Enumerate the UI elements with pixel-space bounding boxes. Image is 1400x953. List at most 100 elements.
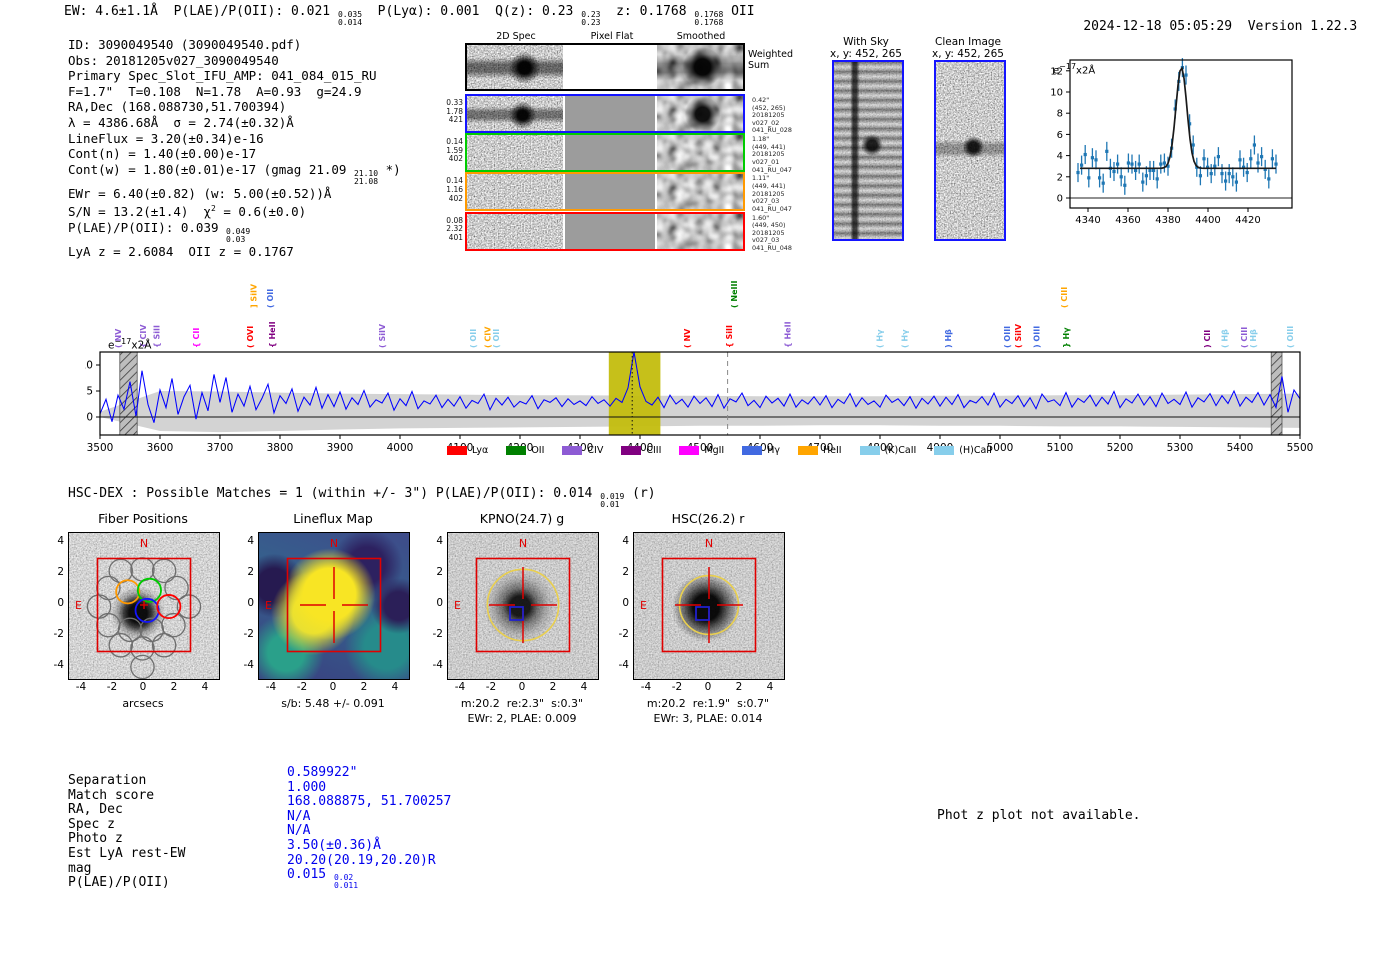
- line-label-OIII: ( OIII: [1003, 326, 1012, 348]
- legend-swatch: [860, 446, 880, 455]
- legend-item-CIII: CIII: [621, 445, 661, 456]
- y-tick-label: 0: [234, 597, 254, 609]
- cutout-row-right-labels: 1.60"(449, 450)20181205v027_03041_RU_048: [752, 215, 832, 253]
- legend-swatch: [742, 446, 762, 455]
- svg-text:10: 10: [85, 360, 93, 372]
- line-label-SiII: { SiII: [725, 325, 734, 348]
- line-label-HeII: { HeII: [268, 321, 277, 348]
- legend-swatch: [621, 446, 641, 455]
- match-row-label: Spec z: [68, 818, 185, 833]
- match-row-label: Separation: [68, 774, 185, 789]
- report-version: Version 1.22.3: [1248, 19, 1358, 34]
- svg-text:10: 10: [1050, 88, 1063, 99]
- y-tick-label: 4: [423, 535, 443, 547]
- inset-unit-label: e−17x2Å: [1053, 62, 1095, 76]
- svg-text:6: 6: [1057, 130, 1063, 141]
- match-row-label: Match score: [68, 789, 185, 804]
- y-tick-label: -4: [609, 659, 629, 671]
- svg-text:4380: 4380: [1155, 215, 1180, 226]
- full-spectrum-chart: 3500360037003800390040004100420043004400…: [85, 262, 1315, 462]
- match-row-value: N/A: [287, 810, 451, 825]
- x-tick-label: 0: [510, 681, 534, 693]
- svg-text:2: 2: [1057, 172, 1063, 183]
- detection-info-block: ID: 3090049540 (3090049540.pdf)Obs: 2018…: [68, 37, 401, 260]
- y-tick-label: 2: [234, 566, 254, 578]
- match-row-label: Photo z: [68, 832, 185, 847]
- fiber-positions-image: NE: [68, 532, 220, 680]
- x-tick-label: 0: [696, 681, 720, 693]
- summary-header: EW: 4.6±1.1Å P(LAE)/P(OII): 0.021 0.0350…: [64, 4, 755, 27]
- y-tick-label: -2: [234, 628, 254, 640]
- cutout-row-1: 0.141.594021.18"(449, 441)20181205v027_0…: [465, 133, 745, 172]
- match-row-value: 0.015 0.020.011: [287, 868, 451, 890]
- legend-item-(K)CaII: (K)CaII: [860, 445, 917, 456]
- match-row-label: mag: [68, 862, 185, 877]
- lineflux-map-title: Lineflux Map: [258, 511, 408, 526]
- svg-text:4420: 4420: [1235, 215, 1260, 226]
- match-row-value: 168.088875, 51.700257: [287, 795, 451, 810]
- y-tick-label: -4: [423, 659, 443, 671]
- match-row-label: RA, Dec: [68, 803, 185, 818]
- match-row-value: 1.000: [287, 781, 451, 796]
- info-line-9: EWr = 6.40(±0.82) (w: 5.00(±0.52))Å: [68, 186, 401, 202]
- svg-text:0: 0: [1057, 194, 1063, 205]
- legend-item-(H)CaII: (H)CaII: [934, 445, 992, 456]
- x-tick-label: -4: [634, 681, 658, 693]
- hsc-r-image: NE: [633, 532, 785, 680]
- col-header-pixelflat: Pixel Flat: [567, 31, 657, 42]
- y-tick-label: 0: [423, 597, 443, 609]
- info-line-12: LyA z = 2.6084 OII z = 0.1767: [68, 244, 401, 260]
- fiber-positions-title: Fiber Positions: [68, 511, 218, 526]
- line-label-Hγ: } Hγ: [1062, 327, 1071, 348]
- y-tick-label: -2: [44, 628, 64, 640]
- match-row-value: 0.589922": [287, 766, 451, 781]
- legend-swatch: [447, 446, 467, 455]
- spectrum-unit-label: e−17x2Å: [108, 337, 151, 352]
- hsc-caption-1: m:20.2 re:1.9" s:0.7": [613, 697, 803, 710]
- line-label-Hγ: ( Hγ: [901, 329, 910, 348]
- compass-north: N: [705, 537, 713, 550]
- x-tick-label: 2: [541, 681, 565, 693]
- info-line-5: λ = 4386.68Å σ = 2.74(±0.32)Å: [68, 115, 401, 131]
- cutout-row-3: 0.082.324011.60"(449, 450)20181205v027_0…: [465, 212, 745, 251]
- svg-text:3800: 3800: [267, 442, 294, 454]
- legend-swatch: [562, 446, 582, 455]
- hsc-caption-2: EWr: 3, PLAE: 0.014: [613, 712, 803, 725]
- svg-text:5100: 5100: [1047, 442, 1074, 454]
- line-label-OII: ( OII: [266, 289, 275, 308]
- y-tick-label: 0: [609, 597, 629, 609]
- compass-east: E: [640, 599, 647, 612]
- line-label-CII: { CII: [192, 328, 201, 348]
- x-tick-label: 2: [162, 681, 186, 693]
- cutout-row-left-labels: 0.141.59402: [441, 138, 463, 164]
- line-label-OVI: ( OVI: [246, 326, 255, 348]
- x-tick-label: 4: [383, 681, 407, 693]
- info-line-2: Primary Spec_Slot_IFU_AMP: 041_084_015_R…: [68, 68, 401, 84]
- cutout-row-right-labels: 1.11"(449, 441)20181205v027_03041_RU_047: [752, 175, 832, 213]
- match-row-value: 20.20(20.19,20.20)R: [287, 854, 451, 869]
- kpno-caption-2: EWr: 2, PLAE: 0.009: [427, 712, 617, 725]
- match-row-label: Est LyA rest-EW: [68, 847, 185, 862]
- hsc-r-title: HSC(26.2) r: [633, 511, 783, 526]
- svg-text:3600: 3600: [147, 442, 174, 454]
- compass-north: N: [330, 537, 338, 550]
- line-label-SiII: { SiII: [152, 325, 161, 348]
- x-tick-label: -4: [448, 681, 472, 693]
- x-tick-label: 0: [131, 681, 155, 693]
- svg-text:5300: 5300: [1167, 442, 1194, 454]
- line-label-OIII: ) OIII: [1033, 326, 1042, 348]
- legend-swatch: [934, 446, 954, 455]
- info-line-1: Obs: 20181205v027_3090049540: [68, 53, 401, 69]
- svg-text:4340: 4340: [1075, 215, 1100, 226]
- with-sky-image: [832, 60, 904, 241]
- compass-east: E: [265, 599, 272, 612]
- elixer-report-page: EW: 4.6±1.1Å P(LAE)/P(OII): 0.021 0.0350…: [0, 0, 1400, 953]
- cutout-row-left-labels: 0.082.32401: [441, 217, 463, 243]
- line-label-HeII: { HeII: [784, 321, 793, 348]
- report-meta: 2024-12-18 05:05:29 Version 1.22.3: [1052, 4, 1357, 49]
- line-label-NeIII: ( NeIII: [730, 280, 739, 308]
- legend-swatch: [679, 446, 699, 455]
- clean-image: [934, 60, 1006, 241]
- line-label-NV: ( NV: [683, 328, 692, 348]
- match-row-value: 3.50(±0.36)Å: [287, 839, 451, 854]
